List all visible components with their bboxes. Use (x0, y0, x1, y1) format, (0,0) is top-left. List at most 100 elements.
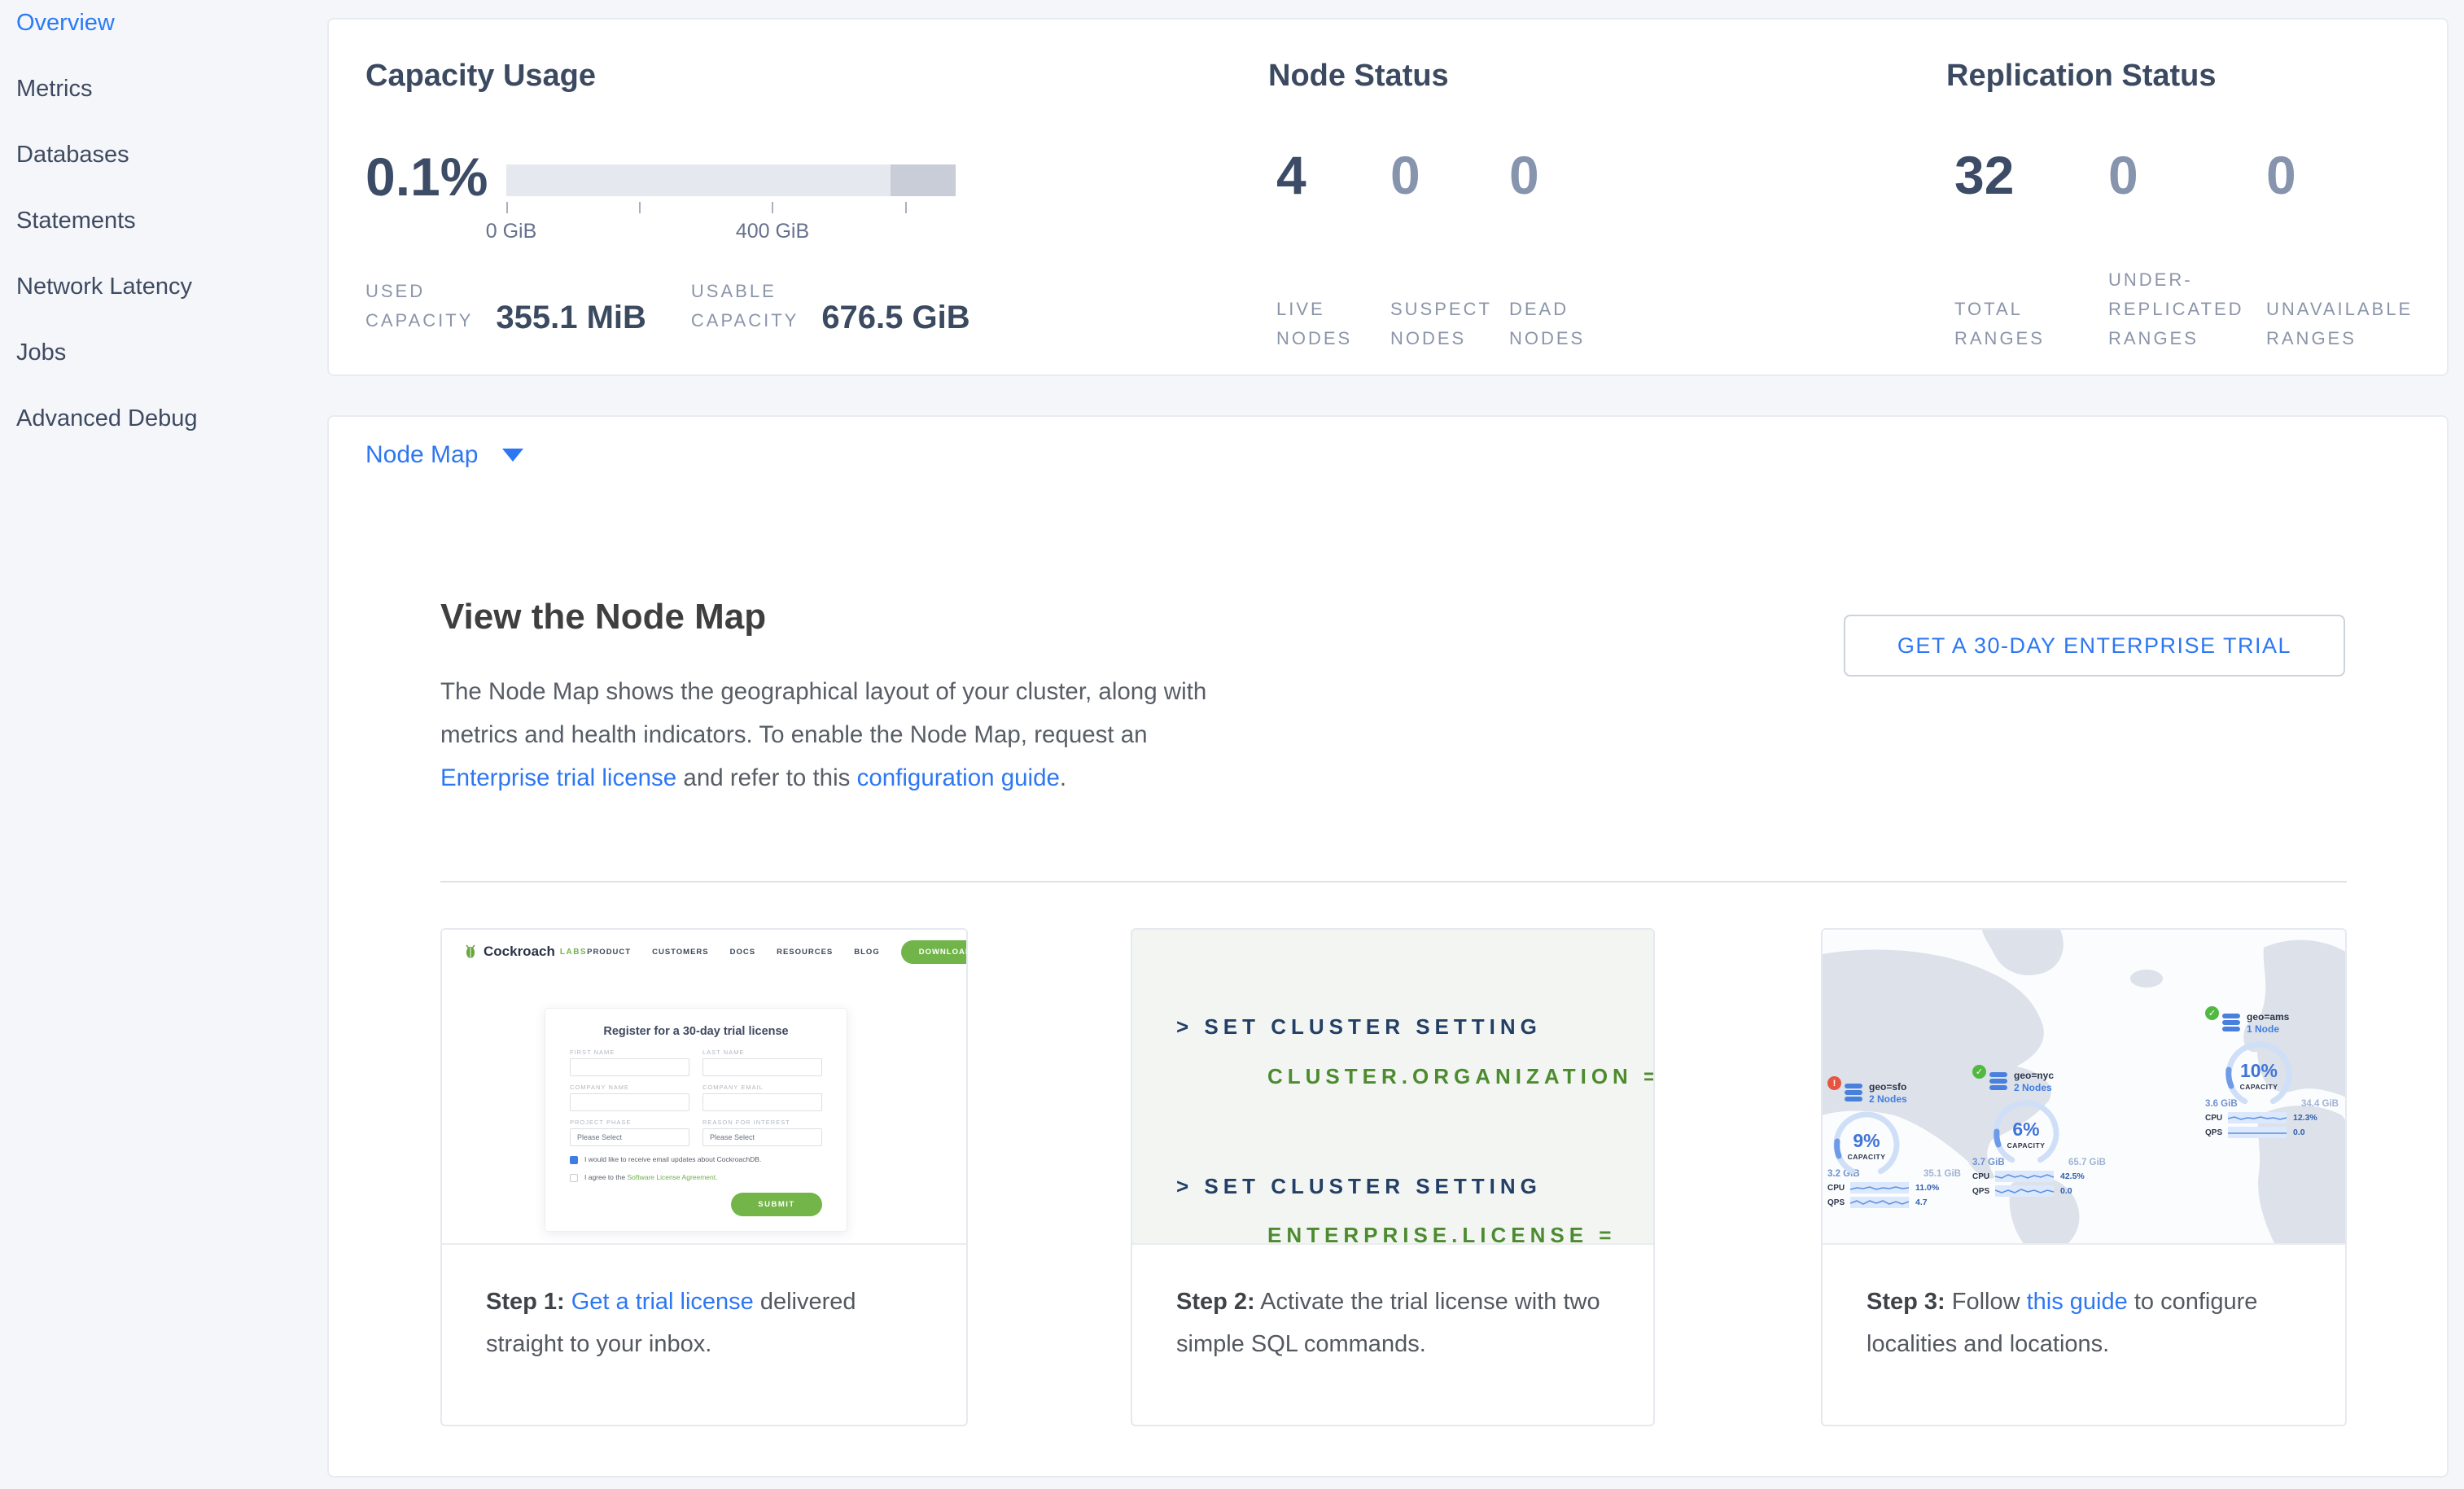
sidebar: Overview Metrics Databases Statements Ne… (0, 0, 327, 452)
unavailable-ranges-value: 0 (2266, 148, 2296, 202)
node-map-dropdown-label: Node Map (365, 441, 478, 469)
locality-node-count: 1 Node (2247, 1023, 2289, 1036)
cluster-summary-panel: Capacity Usage 0.1% 0 GiB 400 GiB USED C… (327, 18, 2449, 376)
locality-sfo: ! geo=sfo 2 Nodes (1827, 1081, 1966, 1208)
company-name-label: COMPANY NAME (570, 1084, 689, 1091)
this-guide-link[interactable]: this guide (2027, 1289, 2128, 1315)
cockroach-labs-logo: Cockroach LABS (463, 944, 587, 960)
view-selector-panel: Node Map (327, 415, 2449, 494)
sidebar-item-advanced-debug[interactable]: Advanced Debug (0, 386, 327, 452)
under-replicated-ranges-value: 0 (2108, 148, 2138, 202)
unavailable-ranges-label: UNAVAILABLE RANGES (2266, 295, 2413, 353)
software-license-agreement-link: Software License Agreement. (627, 1173, 717, 1181)
locality-nyc: ✓ geo=nyc 2 Nodes (1972, 1070, 2111, 1197)
promo-desc-text-2: and refer to this (676, 764, 856, 791)
promo-title: View the Node Map (440, 597, 766, 637)
sidebar-item-network-latency[interactable]: Network Latency (0, 254, 327, 320)
promo-description: The Node Map shows the geographical layo… (440, 670, 1234, 799)
brand-suffix: LABS (560, 948, 587, 957)
sidebar-item-databases[interactable]: Databases (0, 122, 327, 188)
get-enterprise-trial-button[interactable]: GET A 30-DAY ENTERPRISE TRIAL (1844, 615, 2345, 677)
capacity-percent: 9% (1827, 1130, 1906, 1152)
step3-node-map-preview: ! geo=sfo 2 Nodes (1823, 930, 2345, 1245)
sql-setting-license: ENTERPRISE.LICENSE = (1267, 1223, 1616, 1245)
capacity-bar (506, 164, 956, 196)
sql-prompt-1: > SET CLUSTER SETTING (1176, 1014, 1542, 1040)
live-nodes-label: LIVE NODES (1276, 295, 1352, 353)
sidebar-item-jobs[interactable]: Jobs (0, 320, 327, 386)
database-stack-icon (2221, 1013, 2242, 1032)
nav-docs: DOCS (730, 948, 755, 957)
capacity-stats: USED CAPACITY 355.1 MiB USABLE CAPACITY … (365, 277, 970, 335)
usable-capacity-value: 676.5 GiB (821, 301, 969, 334)
under-replicated-ranges-label: UNDER- REPLICATED RANGES (2108, 265, 2244, 353)
used-capacity-value: 355.1 MiB (496, 301, 646, 334)
total-ranges-value: 32 (1954, 148, 2014, 202)
sidebar-item-metrics[interactable]: Metrics (0, 56, 327, 122)
brand-name: Cockroach (484, 944, 555, 960)
section-divider (440, 881, 2347, 882)
mini-site-nav: PRODUCT CUSTOMERS DOCS RESOURCES BLOG DO… (587, 940, 966, 964)
locality-node-count: 2 Nodes (2014, 1082, 2054, 1094)
node-map-dropdown[interactable]: Node Map (365, 417, 523, 493)
chevron-down-icon (502, 449, 523, 462)
mini-site-header: Cockroach LABS PRODUCT CUSTOMERS DOCS RE… (442, 930, 963, 974)
capacity-gauge: 10% CAPACITY (2220, 1039, 2298, 1109)
company-email-field (702, 1093, 822, 1111)
submit-button: SUBMIT (731, 1193, 822, 1216)
project-phase-label: PROJECT PHASE (570, 1119, 689, 1126)
capacity-bar-nonusable-segment (891, 164, 956, 196)
license-agreement-label: I agree to the Software License Agreemen… (584, 1173, 718, 1181)
qps-value: 0.0 (2060, 1186, 2072, 1196)
capacity-tick-0 (506, 202, 508, 213)
email-updates-checkbox (570, 1156, 578, 1164)
database-stack-icon (1843, 1083, 1864, 1102)
warning-badge-icon: ! (1827, 1076, 1841, 1090)
project-phase-select: Please Select (570, 1128, 689, 1146)
capacity-tick-400 (772, 202, 773, 213)
qps-value: 0.0 (2293, 1128, 2305, 1137)
last-name-field (702, 1058, 822, 1076)
capacity-percent: 10% (2220, 1060, 2298, 1082)
qps-label: QPS (2205, 1128, 2228, 1137)
company-name-field (570, 1093, 689, 1111)
locality-name: geo=nyc (2014, 1070, 2054, 1082)
used-capacity-label: USED CAPACITY (365, 277, 473, 335)
qps-label: QPS (1827, 1198, 1850, 1207)
nav-resources: RESOURCES (777, 948, 833, 957)
get-trial-license-link[interactable]: Get a trial license (571, 1289, 754, 1315)
step3-caption: Step 3: Follow this guide to configure l… (1823, 1245, 2345, 1365)
cpu-value: 11.0% (1915, 1183, 1939, 1193)
company-email-label: COMPANY EMAIL (702, 1084, 822, 1091)
sidebar-item-overview[interactable]: Overview (0, 0, 327, 56)
cpu-label: CPU (1972, 1172, 1995, 1181)
cpu-value: 12.3% (2293, 1113, 2317, 1123)
qps-value: 4.7 (1915, 1198, 1928, 1207)
reason-for-interest-label: REASON FOR INTEREST (702, 1119, 822, 1126)
sidebar-item-statements[interactable]: Statements (0, 188, 327, 254)
cpu-label: CPU (1827, 1184, 1850, 1193)
step2-caption: Step 2: Activate the trial license with … (1132, 1245, 1653, 1365)
step2-card: > SET CLUSTER SETTING CLUSTER.ORGANIZATI… (1131, 928, 1655, 1426)
capacity-gauge-label: CAPACITY (1987, 1141, 2065, 1150)
locality-name: geo=ams (2247, 1011, 2289, 1023)
capacity-gauge: 6% CAPACITY (1987, 1097, 2065, 1167)
node-status-title: Node Status (1268, 59, 1449, 94)
locality-node-count: 2 Nodes (1869, 1093, 1907, 1106)
database-stack-icon (1988, 1071, 2009, 1091)
suspect-nodes-value: 0 (1390, 148, 1420, 202)
step2-label: Step 2: (1176, 1289, 1255, 1315)
trial-registration-form: Register for a 30-day trial license FIRS… (545, 1008, 847, 1232)
first-name-label: FIRST NAME (570, 1049, 689, 1056)
cpu-value: 42.5% (2060, 1171, 2085, 1181)
cpu-sparkline (1995, 1171, 2054, 1182)
total-ranges-label: TOTAL RANGES (1954, 295, 2045, 353)
suspect-nodes-label: SUSPECT NODES (1390, 295, 1492, 353)
capacity-usage-title: Capacity Usage (365, 59, 596, 94)
configuration-guide-link[interactable]: configuration guide (857, 764, 1060, 791)
capacity-percent: 6% (1987, 1119, 2065, 1141)
qps-sparkline (2228, 1127, 2287, 1138)
db-console-overview-page: Overview Metrics Databases Statements Ne… (0, 0, 2464, 1489)
cpu-label: CPU (2205, 1114, 2228, 1123)
enterprise-trial-license-link[interactable]: Enterprise trial license (440, 764, 676, 791)
